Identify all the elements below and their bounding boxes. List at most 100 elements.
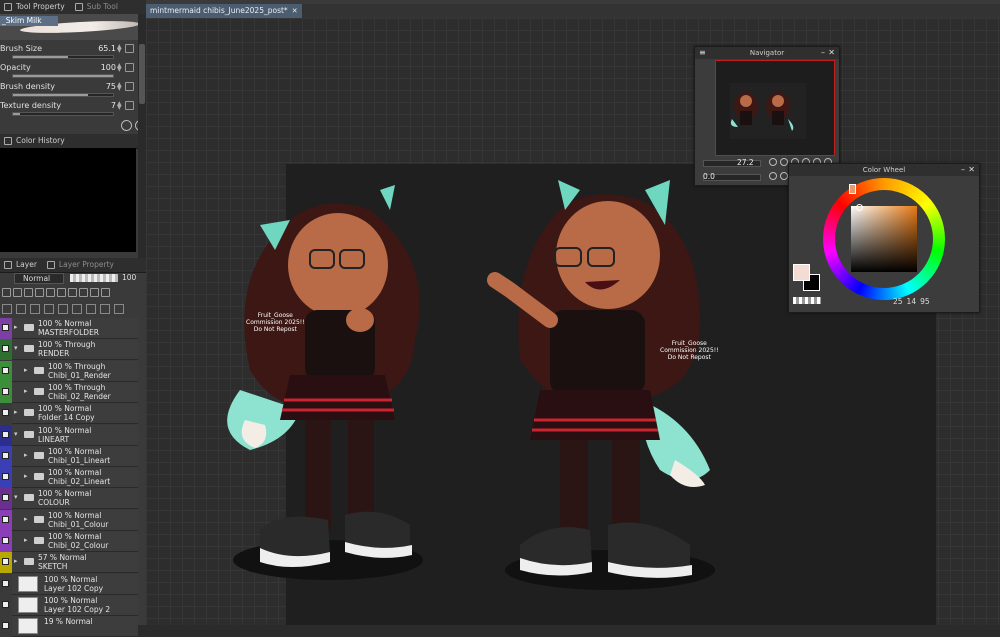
- transfer-down-icon[interactable]: [44, 304, 54, 314]
- lock-transparency-icon[interactable]: [46, 288, 55, 297]
- visibility-icon[interactable]: [2, 558, 9, 566]
- layer-opacity-value[interactable]: 100: [122, 273, 136, 282]
- chevron-down-icon[interactable]: ▾: [14, 344, 18, 352]
- menu-icon[interactable]: ≡: [699, 47, 706, 59]
- rotation-value[interactable]: 0.0: [703, 172, 715, 181]
- layer-row[interactable]: 100 % Normal Layer 102 Copy: [0, 573, 138, 595]
- visibility-icon[interactable]: [2, 366, 9, 374]
- texture-icon[interactable]: [125, 101, 134, 110]
- chevron-right-icon[interactable]: ▸: [24, 536, 28, 544]
- layer-row[interactable]: ▾ 100 % Normal COLOUR: [0, 488, 138, 510]
- layer-row[interactable]: ▸ 100 % Through Chibi_01_Render: [0, 360, 138, 382]
- layer-row[interactable]: 19 % Normal: [0, 616, 138, 637]
- rotate-right-icon[interactable]: [780, 172, 788, 180]
- chevron-right-icon[interactable]: ▸: [24, 515, 28, 523]
- visibility-icon[interactable]: [2, 345, 9, 353]
- visibility-icon[interactable]: [2, 473, 9, 481]
- layer-opacity-slider[interactable]: [70, 274, 118, 282]
- chevron-right-icon[interactable]: ▸: [14, 323, 18, 331]
- rotate-left-icon[interactable]: [769, 172, 777, 180]
- main-color-swatch[interactable]: [793, 264, 810, 281]
- blend-mode-select[interactable]: Normal: [14, 273, 64, 284]
- chevron-right-icon[interactable]: ▸: [24, 366, 28, 374]
- brightness-value[interactable]: 95: [920, 297, 930, 306]
- chevron-down-icon[interactable]: ▾: [14, 430, 18, 438]
- mask-icon[interactable]: [57, 288, 66, 297]
- close-icon[interactable]: ✕: [292, 4, 298, 18]
- texture-density-row[interactable]: Texture density 7 ▲ ▼: [0, 101, 138, 119]
- minimize-icon[interactable]: –: [961, 164, 965, 176]
- opacity-row[interactable]: Opacity 100 ▲ ▼: [0, 63, 138, 81]
- brush-size-value[interactable]: 65.1: [98, 44, 116, 53]
- navigator-preview[interactable]: [715, 60, 835, 156]
- layer-row[interactable]: 100 % Normal Layer 102 Copy 2: [0, 594, 138, 616]
- ruler-add-icon[interactable]: [100, 304, 110, 314]
- texture-density-slider[interactable]: [12, 112, 114, 116]
- tab-tool-property[interactable]: Tool Property: [0, 0, 71, 14]
- sv-cursor[interactable]: [856, 204, 863, 211]
- layer-color-icon[interactable]: [101, 288, 110, 297]
- scrollbar-thumb[interactable]: [139, 44, 145, 104]
- new-vector-layer-icon[interactable]: [16, 304, 26, 314]
- delete-layer-icon[interactable]: [114, 304, 124, 314]
- visibility-icon[interactable]: [2, 451, 9, 459]
- color-history-area[interactable]: [0, 148, 136, 252]
- layer-row[interactable]: ▸ 57 % Normal SKETCH: [0, 552, 138, 574]
- visibility-icon[interactable]: [2, 537, 9, 544]
- combine-icon[interactable]: [58, 304, 68, 314]
- clip-icon[interactable]: [13, 288, 22, 297]
- spinner-icon[interactable]: ▲ ▼: [117, 63, 122, 73]
- pressure-icon[interactable]: [125, 82, 134, 91]
- opacity-slider[interactable]: [12, 74, 114, 78]
- hue-marker[interactable]: [849, 184, 856, 194]
- lock-icon[interactable]: [2, 288, 11, 297]
- spinner-icon[interactable]: ▲ ▼: [117, 44, 122, 54]
- zoom-out-icon[interactable]: [769, 158, 777, 166]
- navigator-titlebar[interactable]: ≡ Navigator – ✕: [695, 47, 839, 59]
- spinner-icon[interactable]: ▲ ▼: [117, 101, 122, 111]
- new-raster-layer-icon[interactable]: [2, 304, 12, 314]
- visibility-icon[interactable]: [2, 409, 9, 417]
- tab-layer-property[interactable]: Layer Property: [43, 258, 120, 272]
- chevron-right-icon[interactable]: ▸: [14, 408, 18, 416]
- apply-mask-icon[interactable]: [86, 304, 96, 314]
- layer-row[interactable]: ▸ 100 % Through Chibi_02_Render: [0, 381, 138, 403]
- tab-sub-tool[interactable]: Sub Tool: [71, 0, 124, 14]
- zoom-in-icon[interactable]: [780, 158, 788, 166]
- chevron-right-icon[interactable]: ▸: [24, 387, 28, 395]
- ruler-icon[interactable]: [68, 288, 77, 297]
- hue-value[interactable]: 25: [893, 297, 903, 306]
- color-wheel-titlebar[interactable]: Color Wheel – ✕: [789, 164, 979, 176]
- visibility-icon[interactable]: [2, 600, 9, 608]
- visibility-icon[interactable]: [2, 387, 9, 395]
- chevron-right-icon[interactable]: ▸: [14, 557, 18, 565]
- reference-icon[interactable]: [24, 288, 33, 297]
- transparent-color-swatch[interactable]: [793, 297, 821, 304]
- color-icon[interactable]: [79, 288, 88, 297]
- brush-density-row[interactable]: Brush density 75 ▲ ▼: [0, 82, 138, 100]
- close-icon[interactable]: ✕: [968, 164, 975, 176]
- brush-size-slider[interactable]: [12, 55, 114, 59]
- layer-row[interactable]: ▸ 100 % Normal Chibi_02_Colour: [0, 531, 138, 552]
- tab-layer[interactable]: Layer: [0, 258, 43, 272]
- link-icon[interactable]: [125, 63, 134, 72]
- brush-density-slider[interactable]: [12, 93, 114, 97]
- brush-size-row[interactable]: Brush Size 65.1 ▲ ▼: [0, 44, 138, 62]
- chevron-down-icon[interactable]: ▾: [14, 493, 18, 501]
- draft-icon[interactable]: [35, 288, 44, 297]
- chevron-right-icon[interactable]: ▸: [24, 451, 28, 459]
- brush-name[interactable]: _Skim Milk: [0, 16, 58, 26]
- opacity-value[interactable]: 100: [101, 63, 116, 72]
- visibility-icon[interactable]: [2, 515, 9, 523]
- layer-row[interactable]: ▸ 100 % Normal Chibi_01_Lineart: [0, 445, 138, 467]
- layer-row[interactable]: ▸ 100 % Normal MASTERFOLDER: [0, 318, 138, 339]
- layer-row[interactable]: ▸ 100 % Normal Chibi_01_Colour: [0, 509, 138, 531]
- minimize-icon[interactable]: –: [821, 47, 825, 59]
- mask-add-icon[interactable]: [72, 304, 82, 314]
- pressure-icon[interactable]: [125, 44, 134, 53]
- layer-row[interactable]: ▸ 100 % Normal Folder 14 Copy: [0, 403, 138, 425]
- visibility-icon[interactable]: [2, 579, 9, 587]
- reset-icon[interactable]: [121, 120, 132, 131]
- layer-row[interactable]: ▾ 100 % Normal LINEART: [0, 424, 138, 446]
- blend-icon[interactable]: [90, 288, 99, 297]
